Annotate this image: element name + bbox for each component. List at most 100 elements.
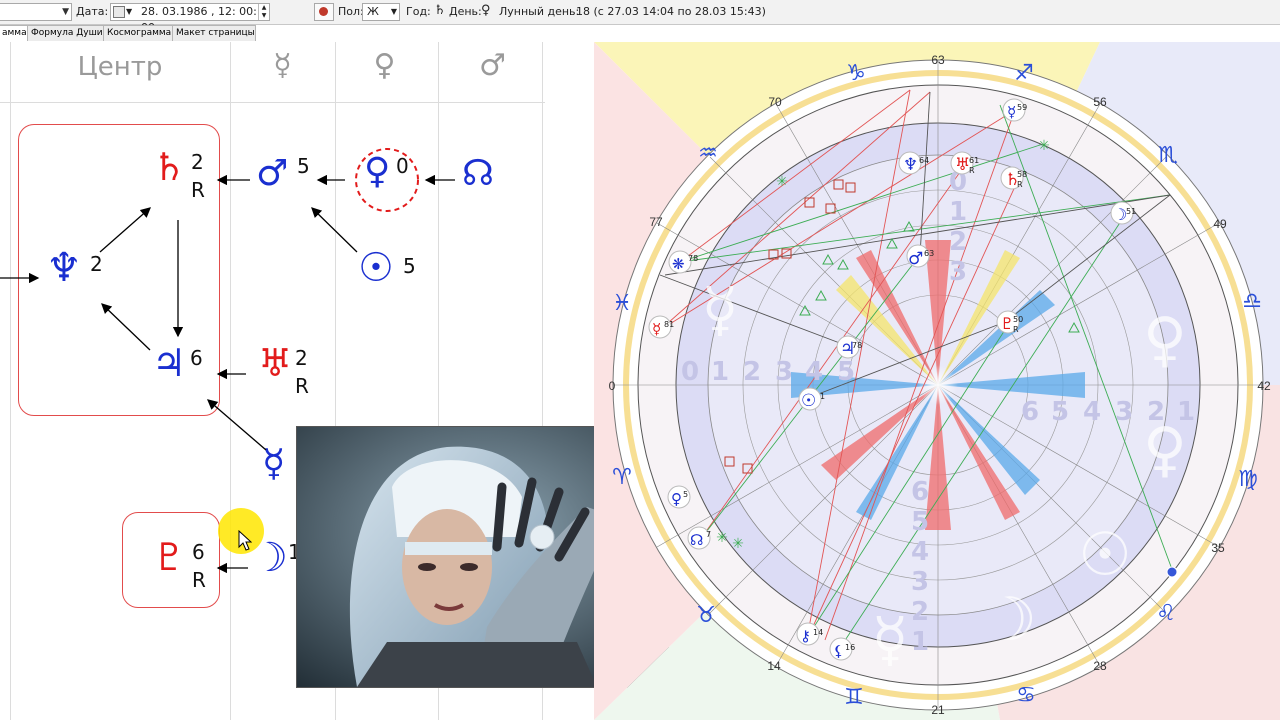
svg-text:✳: ✳ <box>776 174 788 190</box>
svg-text:63: 63 <box>924 249 934 258</box>
svg-text:51: 51 <box>1126 207 1136 216</box>
aries-icon: ♈ <box>612 465 632 490</box>
svg-text:✳: ✳ <box>732 536 744 552</box>
degree-label: 14 <box>767 659 781 673</box>
svg-text:78: 78 <box>688 254 698 263</box>
degree-label: 70 <box>768 95 782 109</box>
venus-icon: ♀ <box>1143 415 1187 485</box>
natal-chart-wheel[interactable]: 63 56 49 42 35 28 21 14 77 70 0 ♑ ♐ ♏ ♎ … <box>594 42 1280 720</box>
lilith-icon: ⚸ <box>833 642 844 660</box>
house-number: 5 <box>1051 397 1069 427</box>
aquarius-icon: ♒ <box>698 141 718 166</box>
svg-text:5: 5 <box>683 490 688 499</box>
degree-label: 42 <box>1257 379 1271 393</box>
svg-text:✳: ✳ <box>716 530 728 546</box>
time-spinner[interactable]: ▲ ▼ <box>258 4 269 20</box>
svg-text:R: R <box>1013 325 1019 334</box>
date-input[interactable]: ▼ 28. 03.1986 , 12: 00: 00 ▲▼ <box>110 3 270 34</box>
sex-label: Пол: <box>338 5 364 18</box>
sex-dropdown[interactable]: Ж ▼ <box>362 3 400 21</box>
neptune-icon: ♆ <box>903 155 918 175</box>
svg-text:R: R <box>969 166 975 175</box>
sun-icon: ☉ <box>801 391 816 411</box>
lunar-day-value: 18 (с 27.03 14:04 по 28.03 15:43) <box>576 5 766 18</box>
capricorn-icon: ♑ <box>846 61 866 86</box>
chiron-icon: ⚷ <box>800 627 811 645</box>
city-dropdown[interactable]: ▼ <box>0 3 72 21</box>
mars-icon: ♂ <box>908 249 923 269</box>
house-number: 3 <box>775 357 793 387</box>
proserpina-icon: ❋ <box>672 255 685 273</box>
svg-text:61: 61 <box>969 156 979 165</box>
date-label: Дата: <box>76 5 109 18</box>
svg-text:✳: ✳ <box>1038 138 1050 154</box>
chevron-down-icon[interactable]: ▼ <box>126 4 132 20</box>
north-node-icon: ☊ <box>690 531 703 549</box>
house-number: 5 <box>911 507 929 537</box>
lunar-day-label: Лунный день: <box>499 5 580 18</box>
house-number: 3 <box>911 567 929 597</box>
calendar-icon[interactable] <box>113 6 125 18</box>
libra-icon: ♎ <box>1242 289 1262 314</box>
chevron-down-icon: ▼ <box>62 7 69 17</box>
degree-label: 77 <box>649 215 663 229</box>
globe-button[interactable] <box>314 3 334 21</box>
house-number: 0 <box>681 357 699 387</box>
mercury-icon: ☿ <box>1007 103 1016 121</box>
svg-text:16: 16 <box>845 643 855 652</box>
venus-icon: ♀ <box>481 3 491 18</box>
degree-label: 56 <box>1093 95 1107 109</box>
mercury-icon: ☿ <box>652 320 661 338</box>
year-label: Год: <box>406 5 431 18</box>
tab-cosmogram[interactable]: Космограмма <box>103 25 174 41</box>
svg-text:R: R <box>1017 180 1023 189</box>
house-number: 5 <box>837 357 855 387</box>
degree-label: 63 <box>931 53 945 67</box>
moon-icon: ☽ <box>983 585 1037 655</box>
sagittarius-icon: ♐ <box>1014 61 1034 86</box>
chevron-down-icon: ▼ <box>390 7 397 16</box>
globe-icon <box>319 7 328 16</box>
mouse-cursor-icon <box>238 530 252 551</box>
house-number: 2 <box>949 227 967 257</box>
gemini-icon: ♊ <box>844 685 864 710</box>
house-number: 3 <box>949 257 967 287</box>
house-number: 6 <box>1021 397 1039 427</box>
tab-soul-formula[interactable]: Формула Души <box>27 25 105 41</box>
svg-text:81: 81 <box>664 320 674 329</box>
ascendant-dot <box>1166 566 1178 578</box>
degree-label: 35 <box>1211 541 1225 555</box>
wheel-svg: 63 56 49 42 35 28 21 14 77 70 0 ♑ ♐ ♏ ♎ … <box>594 42 1280 720</box>
house-number: 2 <box>911 597 929 627</box>
house-number: 4 <box>911 537 929 567</box>
tab-chart[interactable]: амма <box>0 25 28 41</box>
degree-label: 28 <box>1093 659 1107 673</box>
house-number: 1 <box>911 627 929 657</box>
svg-text:50: 50 <box>1013 315 1023 324</box>
uranus-icon: ♅ <box>955 155 970 175</box>
house-number: 1 <box>949 197 967 227</box>
svg-text:59: 59 <box>1017 103 1027 112</box>
tab-page-layout[interactable]: Макет страницы <box>172 25 256 41</box>
svg-text:78: 78 <box>852 341 862 350</box>
cancer-icon: ♋ <box>1016 683 1036 708</box>
svg-text:58: 58 <box>1017 170 1027 179</box>
top-toolbar: ▼ Дата: ▼ 28. 03.1986 , 12: 00: 00 ▲▼ По… <box>0 0 1280 34</box>
house-number: 4 <box>805 357 823 387</box>
day-label: День: <box>449 5 482 18</box>
taurus-icon: ♉ <box>696 603 716 628</box>
venus-icon: ♀ <box>671 490 682 508</box>
svg-text:14: 14 <box>813 628 823 637</box>
house-number: 2 <box>743 357 761 387</box>
mercury-icon: ☿ <box>702 275 739 345</box>
virgo-icon: ♍ <box>1238 467 1258 492</box>
sun-icon: ☉ <box>1078 520 1132 590</box>
degree-label: 49 <box>1213 217 1227 231</box>
saturn-icon: ♄ <box>434 3 446 18</box>
scorpio-icon: ♏ <box>1158 143 1178 168</box>
leo-icon: ♌ <box>1156 601 1176 626</box>
house-number: 4 <box>1083 397 1101 427</box>
svg-text:1: 1 <box>820 392 825 401</box>
mercury-icon: ☿ <box>872 605 909 675</box>
planet-marker-venus: ♀ 5 <box>667 485 691 509</box>
